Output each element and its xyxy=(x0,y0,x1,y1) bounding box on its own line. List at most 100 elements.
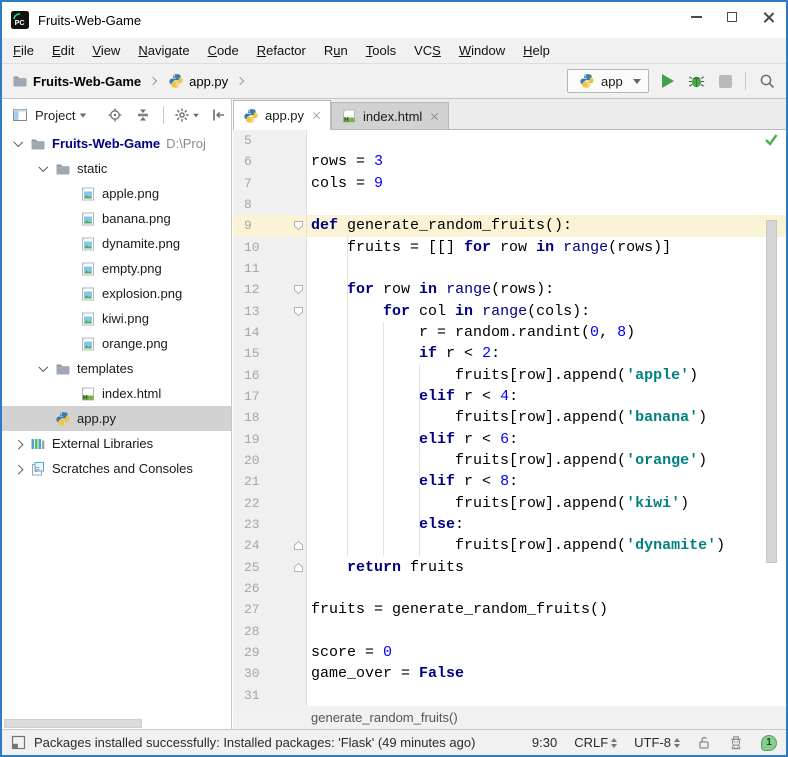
code-line-26[interactable]: 26 xyxy=(233,578,786,599)
menu-code[interactable]: Code xyxy=(199,40,248,61)
code-line-28[interactable]: 28 xyxy=(233,621,786,642)
project-view-selector[interactable]: Project xyxy=(35,108,75,123)
gear-settings-button[interactable] xyxy=(174,107,190,123)
close-tab-icon[interactable] xyxy=(430,112,439,121)
code-text: fruits = generate_random_fruits() xyxy=(307,599,608,620)
menu-tools[interactable]: Tools xyxy=(357,40,405,61)
menu-file[interactable]: File xyxy=(4,40,43,61)
code-line-24[interactable]: 24 fruits[row].append('dynamite') xyxy=(233,535,786,556)
tab-index.html[interactable]: Hindex.html xyxy=(331,102,449,129)
code-line-16[interactable]: 16 fruits[row].append('apple') xyxy=(233,365,786,386)
chevron-right-icon[interactable] xyxy=(10,440,26,447)
tree-item-dynamite.png[interactable]: dynamite.png xyxy=(2,231,231,256)
fold-marker-down-icon[interactable] xyxy=(293,284,304,295)
tree-item-external-libraries[interactable]: External Libraries xyxy=(2,431,231,456)
menu-navigate[interactable]: Navigate xyxy=(129,40,198,61)
code-line-20[interactable]: 20 fruits[row].append('orange') xyxy=(233,450,786,471)
code-line-22[interactable]: 22 fruits[row].append('kiwi') xyxy=(233,493,786,514)
tree-item-orange.png[interactable]: orange.png xyxy=(2,331,231,356)
minimize-button[interactable] xyxy=(678,2,714,32)
code-line-10[interactable]: 10 fruits = [[] for row in range(rows)] xyxy=(233,237,786,258)
code-line-13[interactable]: 13 for col in range(cols): xyxy=(233,301,786,322)
menu-window[interactable]: Window xyxy=(450,40,514,61)
close-button[interactable] xyxy=(750,2,786,32)
code-line-8[interactable]: 8 xyxy=(233,194,786,215)
encoding-widget[interactable]: UTF-8 xyxy=(634,735,680,750)
code-line-29[interactable]: 29score = 0 xyxy=(233,642,786,663)
collapse-all-button[interactable] xyxy=(135,107,151,123)
tree-item-templates[interactable]: templates xyxy=(2,356,231,381)
code-text xyxy=(307,685,311,706)
code-line-14[interactable]: 14 r = random.randint(0, 8) xyxy=(233,322,786,343)
vertical-scrollbar[interactable] xyxy=(766,220,777,563)
code-line-18[interactable]: 18 fruits[row].append('banana') xyxy=(233,407,786,428)
horizontal-scrollbar[interactable] xyxy=(4,719,142,728)
tree-item-explosion.png[interactable]: explosion.png xyxy=(2,281,231,306)
code-line-11[interactable]: 11 xyxy=(233,258,786,279)
code-line-7[interactable]: 7cols = 9 xyxy=(233,173,786,194)
locate-file-button[interactable] xyxy=(107,107,123,123)
code-line-30[interactable]: 30game_over = False xyxy=(233,663,786,684)
fold-marker-up-icon[interactable] xyxy=(293,562,304,573)
caret-position[interactable]: 9:30 xyxy=(532,735,557,750)
maximize-button[interactable] xyxy=(714,2,750,32)
breadcrumb-item[interactable]: Fruits-Web-Game xyxy=(33,74,141,89)
menu-refactor[interactable]: Refactor xyxy=(248,40,315,61)
tree-item-scratches-and-consoles[interactable]: Scratches and Consoles xyxy=(2,456,231,481)
code-line-19[interactable]: 19 elif r < 6: xyxy=(233,429,786,450)
fold-marker-down-icon[interactable] xyxy=(293,220,304,231)
tree-item-fruits-web-game[interactable]: Fruits-Web-GameD:\Proj xyxy=(2,131,231,156)
menu-run[interactable]: Run xyxy=(315,40,357,61)
menu-edit[interactable]: Edit xyxy=(43,40,83,61)
highlighting-level-icon[interactable] xyxy=(728,735,744,751)
toolwindow-toggle-icon[interactable] xyxy=(11,735,26,750)
breadcrumb-item[interactable]: app.py xyxy=(189,74,228,89)
readonly-lock-icon[interactable] xyxy=(697,735,711,750)
code-line-12[interactable]: 12 for row in range(rows): xyxy=(233,279,786,300)
line-separator-widget[interactable]: CRLF xyxy=(574,735,617,750)
fold-marker-down-icon[interactable] xyxy=(293,306,304,317)
editor-breadcrumb-bar: generate_random_fruits() xyxy=(233,706,786,729)
tree-item-empty.png[interactable]: empty.png xyxy=(2,256,231,281)
chevron-right-icon[interactable] xyxy=(10,465,26,472)
notification-badge[interactable]: 1 xyxy=(761,735,777,751)
chevron-down-icon[interactable] xyxy=(80,113,86,117)
chevron-down-icon[interactable] xyxy=(35,165,51,172)
debug-button[interactable] xyxy=(687,73,706,90)
line-number: 6 xyxy=(233,151,307,172)
search-everywhere-icon[interactable] xyxy=(759,73,776,90)
menu-vcs[interactable]: VCS xyxy=(405,40,450,61)
code-line-31[interactable]: 31 xyxy=(233,685,786,706)
code-line-21[interactable]: 21 elif r < 8: xyxy=(233,471,786,492)
code-line-6[interactable]: 6rows = 3 xyxy=(233,151,786,172)
close-tab-icon[interactable] xyxy=(312,111,321,120)
tree-item-index.html[interactable]: Hindex.html xyxy=(2,381,231,406)
code-line-17[interactable]: 17 elif r < 4: xyxy=(233,386,786,407)
run-button[interactable] xyxy=(662,74,674,88)
line-number: 11 xyxy=(233,258,307,279)
tab-app.py[interactable]: app.py xyxy=(233,100,331,130)
fold-marker-up-icon[interactable] xyxy=(293,540,304,551)
tree-item-static[interactable]: static xyxy=(2,156,231,181)
chevron-down-icon[interactable] xyxy=(35,365,51,372)
chevron-down-icon[interactable] xyxy=(10,140,26,147)
inspections-ok-check-icon[interactable] xyxy=(764,133,778,146)
code-line-27[interactable]: 27fruits = generate_random_fruits() xyxy=(233,599,786,620)
hide-panel-button[interactable] xyxy=(211,107,227,123)
tree-item-path: D:\Proj xyxy=(166,136,206,151)
run-configuration-select[interactable]: app xyxy=(567,69,649,93)
tree-item-apple.png[interactable]: apple.png xyxy=(2,181,231,206)
tree-item-kiwi.png[interactable]: kiwi.png xyxy=(2,306,231,331)
code-line-25[interactable]: 25 return fruits xyxy=(233,557,786,578)
code-line-23[interactable]: 23 else: xyxy=(233,514,786,535)
code-line-15[interactable]: 15 if r < 2: xyxy=(233,343,786,364)
folder-icon xyxy=(30,136,46,152)
menu-view[interactable]: View xyxy=(83,40,129,61)
code-line-9[interactable]: 9def generate_random_fruits(): xyxy=(233,215,786,236)
tree-item-app.py[interactable]: app.py xyxy=(2,406,231,431)
code-line-5[interactable]: 5 xyxy=(233,130,786,151)
menu-help[interactable]: Help xyxy=(514,40,559,61)
editor-body[interactable]: 56rows = 37cols = 989def generate_random… xyxy=(233,130,786,706)
tree-item-banana.png[interactable]: banana.png xyxy=(2,206,231,231)
breadcrumb-function[interactable]: generate_random_fruits() xyxy=(311,710,458,725)
